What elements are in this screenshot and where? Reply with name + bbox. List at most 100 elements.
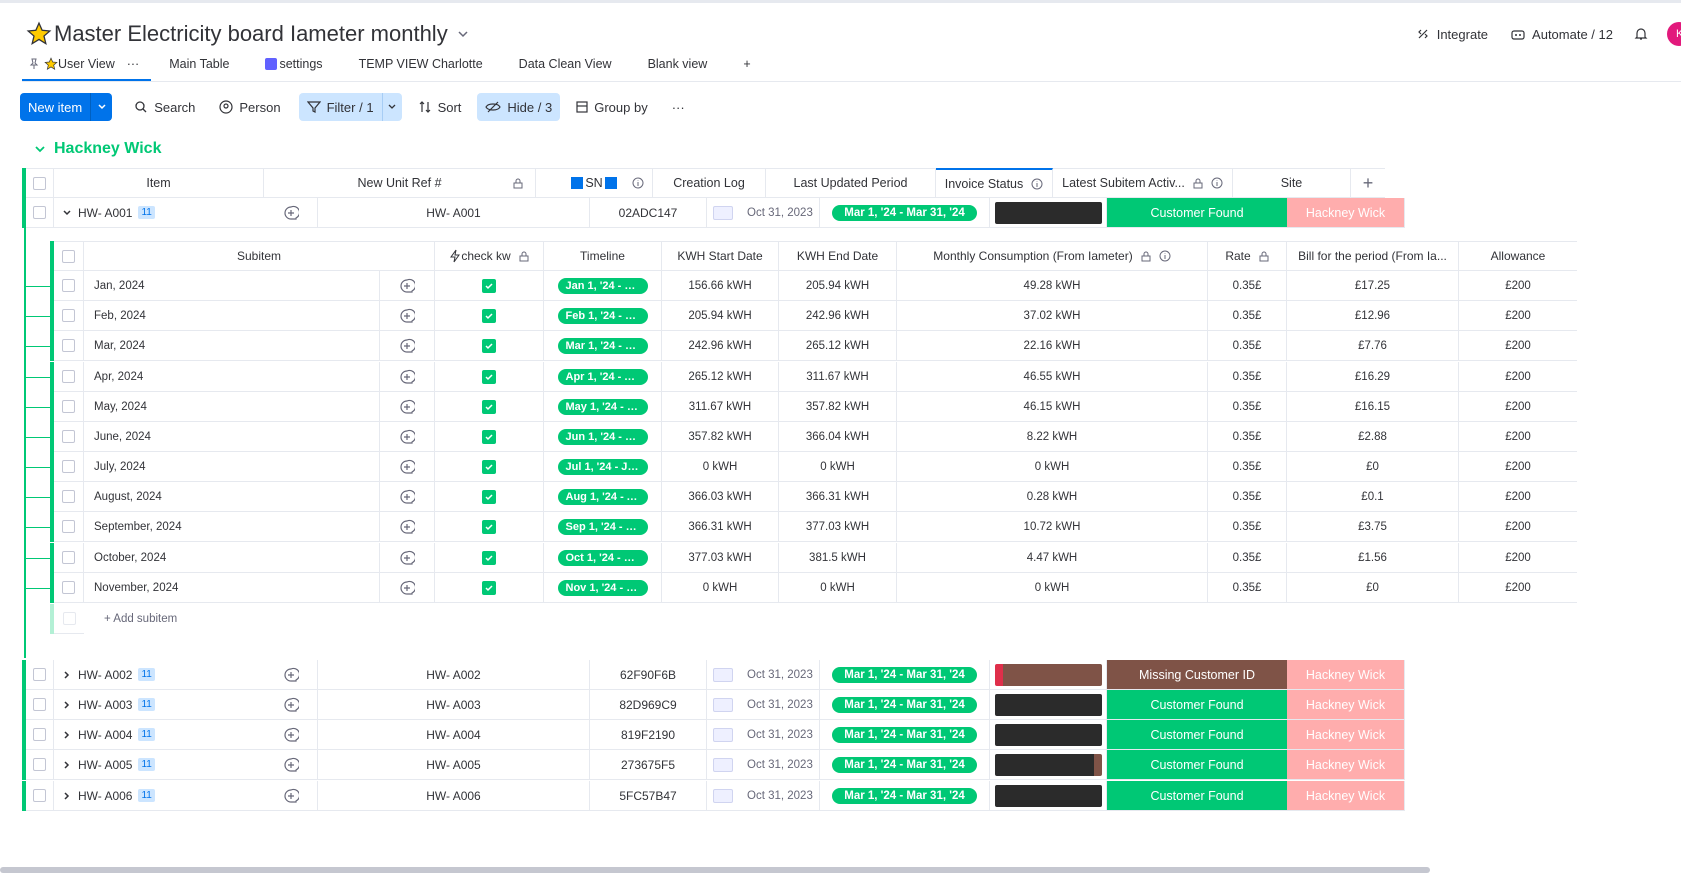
column-rate[interactable]: Rate: [1208, 241, 1287, 271]
item-row[interactable]: HW- A006 11 HW- A006 5FC57B47 Oct 31, 202…: [22, 781, 1405, 811]
search-button[interactable]: Search: [126, 93, 203, 121]
board-title[interactable]: Master Electricity board Iameter monthly: [54, 21, 448, 47]
sn-cell[interactable]: 273675F5: [590, 750, 707, 780]
status-label[interactable]: Missing Customer ID: [1107, 660, 1287, 689]
period-pill[interactable]: Mar 1, '24 - Mar 31, '24: [832, 726, 977, 743]
check-kw-cell[interactable]: [435, 573, 544, 603]
row-checkbox[interactable]: [33, 728, 46, 741]
kwh-start-cell[interactable]: 242.96 kWH: [662, 331, 779, 361]
group-by-button[interactable]: Group by: [568, 93, 655, 121]
subitem-conversation-cell[interactable]: [380, 271, 435, 301]
subitem-name[interactable]: Feb, 2024: [94, 310, 146, 322]
subitem-checkbox[interactable]: [62, 370, 75, 383]
check-kw-cell[interactable]: [435, 512, 544, 542]
subitem-count-badge[interactable]: 11: [138, 206, 155, 219]
subitem-checkbox[interactable]: [62, 430, 75, 443]
subitem-checkbox[interactable]: [62, 551, 75, 564]
site-label[interactable]: Hackney Wick: [1287, 720, 1404, 749]
checkmark-icon[interactable]: [482, 399, 496, 414]
add-update-icon[interactable]: [399, 429, 415, 445]
tab-more-icon[interactable]: ···: [127, 57, 140, 71]
timeline-pill[interactable]: Apr 1, '24 - Ap...: [557, 368, 648, 385]
subitem-conversation-cell[interactable]: [380, 331, 435, 361]
invoice-status-bar[interactable]: [994, 693, 1102, 716]
invoice-status-cell[interactable]: [990, 660, 1107, 690]
item-name[interactable]: HW- A004: [78, 728, 132, 742]
subitem-name[interactable]: Jan, 2024: [94, 280, 145, 292]
timeline-cell[interactable]: May 1, '24 - M...: [544, 392, 662, 422]
checkmark-icon[interactable]: [482, 489, 496, 504]
row-checkbox[interactable]: [33, 206, 46, 219]
timeline-cell[interactable]: Mar 1, '24 - M...: [544, 331, 662, 361]
column-timeline[interactable]: Timeline: [544, 241, 662, 271]
subitem-name-cell[interactable]: Apr, 2024: [84, 362, 380, 392]
column-check-kw[interactable]: check kw: [435, 241, 544, 271]
timeline-pill[interactable]: Sep 1, '24 - Se...: [557, 518, 648, 535]
item-name[interactable]: HW- A006: [78, 789, 132, 803]
checkmark-icon[interactable]: [482, 338, 496, 353]
add-update-icon[interactable]: [399, 489, 415, 505]
subitem-checkbox[interactable]: [62, 339, 75, 352]
timeline-cell[interactable]: Sep 1, '24 - Se...: [544, 512, 662, 542]
row-checkbox[interactable]: [33, 789, 46, 802]
checkmark-icon[interactable]: [482, 580, 496, 595]
timeline-pill[interactable]: Aug 1, '24 - A...: [557, 488, 648, 505]
subitem-conversation-cell[interactable]: [380, 452, 435, 482]
last-updated-cell[interactable]: Mar 1, '24 - Mar 31, '24: [820, 690, 990, 720]
kwh-end-cell[interactable]: 0 kWH: [779, 452, 897, 482]
subitem-name[interactable]: November, 2024: [94, 582, 178, 594]
add-view-button[interactable]: +: [725, 51, 768, 77]
subitem-count-badge[interactable]: 11: [138, 668, 155, 681]
invoice-status-bar[interactable]: [994, 201, 1102, 224]
kwh-end-cell[interactable]: 377.03 kWH: [779, 512, 897, 542]
timeline-cell[interactable]: Feb 1, '24 - Fe...: [544, 301, 662, 331]
tab-data-clean-view[interactable]: Data Clean View: [501, 51, 630, 77]
checkmark-icon[interactable]: [482, 550, 496, 565]
conversation-cell[interactable]: [264, 198, 318, 228]
site-cell[interactable]: Hackney Wick: [1287, 660, 1405, 690]
sn-cell[interactable]: 02ADC147: [590, 198, 707, 228]
period-pill[interactable]: Mar 1, '24 - Mar 31, '24: [832, 666, 977, 683]
select-all-checkbox[interactable]: [33, 176, 46, 190]
subitem-name[interactable]: July, 2024: [94, 461, 146, 473]
timeline-cell[interactable]: Nov 1, '24 - N...: [544, 573, 662, 603]
invoice-status-bar[interactable]: [994, 723, 1102, 746]
subitem-conversation-cell[interactable]: [380, 573, 435, 603]
column-allowance[interactable]: Allowance: [1459, 241, 1577, 271]
tab-settings[interactable]: settings: [247, 51, 340, 77]
subitem-count-badge[interactable]: 11: [138, 758, 155, 771]
timeline-cell[interactable]: Apr 1, '24 - Ap...: [544, 362, 662, 392]
subitem-checkbox[interactable]: [62, 400, 75, 413]
kwh-start-cell[interactable]: 357.82 kWH: [662, 422, 779, 452]
kwh-start-cell[interactable]: 366.31 kWH: [662, 512, 779, 542]
subitem-row[interactable]: July, 2024 Jul 1, '24 - Jul ... 0 kWH 0 …: [50, 452, 1577, 482]
unit-ref-cell[interactable]: HW- A003: [318, 690, 590, 720]
kwh-start-cell[interactable]: 265.12 kWH: [662, 362, 779, 392]
status-label[interactable]: Customer Found: [1107, 750, 1287, 779]
invoice-status-cell[interactable]: [990, 198, 1107, 228]
allowance-cell[interactable]: £200: [1459, 301, 1577, 331]
latest-subitem-cell[interactable]: Customer Found: [1107, 198, 1287, 228]
conversation-cell[interactable]: [264, 690, 318, 720]
integrate-button[interactable]: Integrate: [1415, 26, 1488, 42]
allowance-cell[interactable]: £200: [1459, 331, 1577, 361]
subitem-count-badge[interactable]: 11: [138, 728, 155, 741]
timeline-pill[interactable]: Oct 1, '24 - O...: [557, 549, 648, 566]
sn-cell[interactable]: 5FC57B47: [590, 781, 707, 811]
unit-ref-cell[interactable]: HW- A005: [318, 750, 590, 780]
item-row[interactable]: HW- A003 11 HW- A003 82D969C9 Oct 31, 202…: [22, 690, 1405, 720]
latest-subitem-cell[interactable]: Customer Found: [1107, 690, 1287, 720]
column-sn[interactable]: SN: [536, 168, 653, 198]
check-kw-cell[interactable]: [435, 301, 544, 331]
subitem-checkbox[interactable]: [62, 520, 75, 533]
last-updated-cell[interactable]: Mar 1, '24 - Mar 31, '24: [820, 660, 990, 690]
sn-cell[interactable]: 62F90F6B: [590, 660, 707, 690]
add-subitem-label[interactable]: + Add subitem: [104, 613, 177, 625]
last-updated-cell[interactable]: Mar 1, '24 - Mar 31, '24: [820, 750, 990, 780]
conversation-cell[interactable]: [264, 720, 318, 750]
add-update-icon[interactable]: [283, 757, 299, 773]
timeline-pill[interactable]: Jan 1, '24 - Ja...: [557, 277, 648, 294]
add-update-icon[interactable]: [399, 338, 415, 354]
period-pill[interactable]: Mar 1, '24 - Mar 31, '24: [832, 204, 977, 221]
info-icon[interactable]: [1211, 177, 1223, 189]
